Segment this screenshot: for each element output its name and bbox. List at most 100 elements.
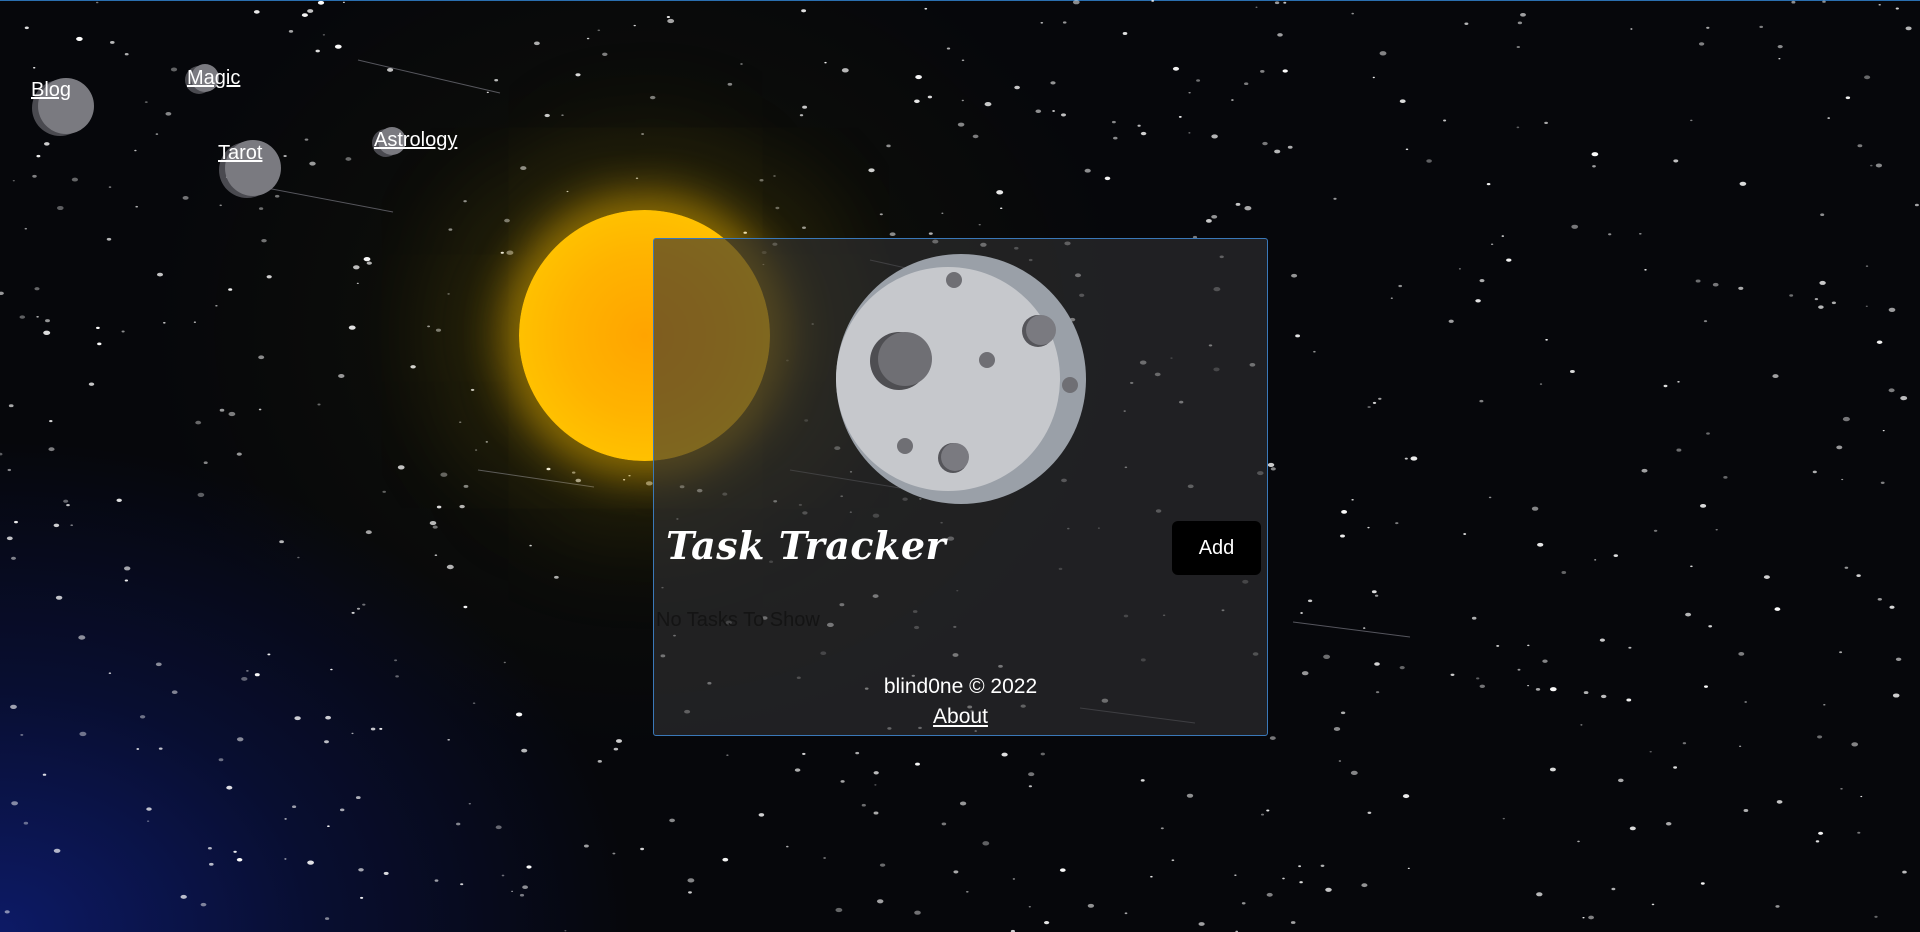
star [1600,694,1607,699]
star [434,879,439,882]
star [1012,878,1016,880]
star [1591,152,1599,157]
star [1028,906,1031,908]
star [1496,644,1500,647]
star [1613,554,1619,557]
star [1367,811,1372,814]
star [1405,148,1409,151]
star [365,530,372,535]
star [436,505,442,509]
star [76,36,83,41]
star [1464,22,1469,26]
star [463,200,467,203]
star [236,737,244,742]
star [1774,607,1781,611]
star [468,802,471,805]
star [641,133,645,135]
star [861,803,866,807]
nav-link-tarot[interactable]: Tarot [218,142,262,165]
star [447,738,451,741]
star [802,105,808,109]
star [1812,470,1817,474]
star [1488,496,1492,499]
star [1673,159,1679,163]
star [1378,397,1382,400]
star [283,154,287,158]
nav-link-magic[interactable]: Magic [187,67,240,90]
star [1817,735,1823,739]
star [97,342,102,346]
star [946,47,951,50]
star [200,902,207,907]
star [1241,902,1246,905]
star [649,95,656,100]
star [743,231,747,234]
star [1475,299,1481,303]
star [1569,369,1575,374]
star [1739,181,1747,186]
star [500,251,504,254]
nav-link-astrology[interactable]: Astrology [374,129,457,152]
star [1320,864,1325,867]
star [740,63,743,65]
star [363,257,371,262]
star [1819,280,1826,285]
star [1150,875,1153,878]
star [953,870,959,874]
star [294,716,301,721]
star [1062,21,1067,24]
star [1777,45,1783,49]
star [1527,644,1530,647]
star [1072,0,1080,5]
star [1695,279,1701,283]
star [1205,219,1212,223]
star [155,662,162,667]
star [1333,727,1341,731]
star [195,420,202,425]
star [1723,476,1728,479]
star [162,321,166,324]
star [1448,319,1454,323]
star [96,326,100,330]
star [1902,870,1907,874]
star [645,481,653,486]
star [927,95,933,99]
star [1738,652,1745,656]
nav-link-blog[interactable]: Blog [31,79,71,102]
star [1520,12,1526,17]
about-link[interactable]: About [933,705,988,728]
star [1677,381,1680,383]
star [366,261,372,265]
star [1535,688,1541,691]
star [575,478,582,483]
star [1050,81,1056,85]
star [1160,827,1164,830]
star [1644,269,1647,271]
star [348,325,356,330]
star [1244,82,1249,86]
star [307,9,314,13]
star [1113,136,1118,140]
star [1703,320,1708,323]
star [1301,671,1309,676]
star [136,748,140,750]
star [1198,922,1205,926]
star [915,762,920,766]
star [1372,401,1377,404]
star [394,659,398,662]
star [209,862,214,866]
star [1361,883,1368,888]
star [583,844,589,848]
star [1856,574,1861,577]
moon-icon [835,253,1087,505]
add-task-button[interactable]: Add [1172,521,1261,575]
star [95,1,99,4]
star [1653,529,1658,532]
star [1823,703,1826,706]
star [1870,164,1873,167]
task-tracker-card: Task Tracker Add No Tasks To Show blind0… [653,238,1268,736]
star [1700,882,1705,885]
footer-about: About [654,705,1267,729]
app-title: Task Tracker [666,523,947,568]
star [284,858,287,860]
